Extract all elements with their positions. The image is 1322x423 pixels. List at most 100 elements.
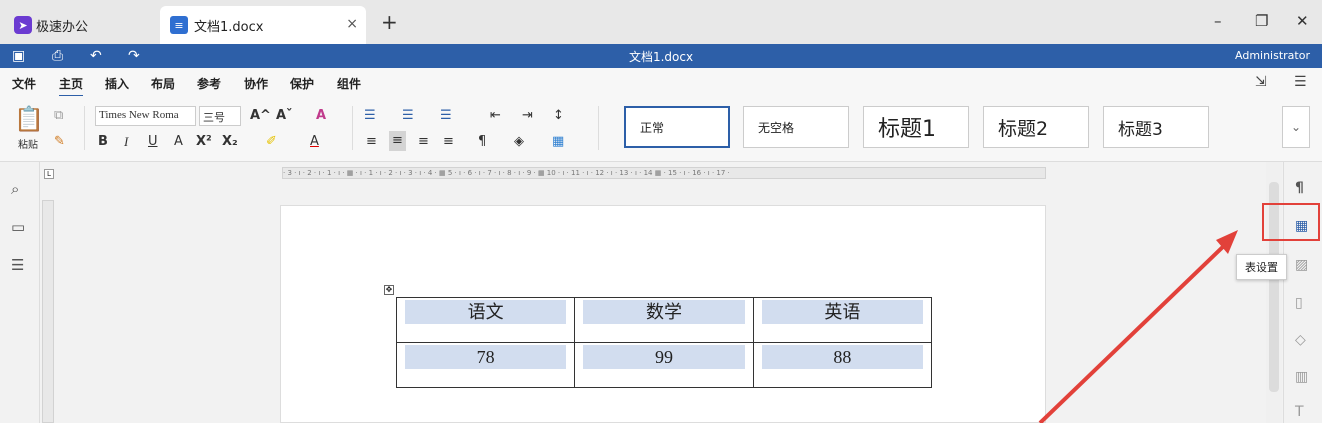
- align-center-icon[interactable]: ≡: [389, 131, 406, 151]
- hamburger-menu-icon[interactable]: ☰: [1294, 74, 1307, 90]
- style-heading-2[interactable]: 标题2: [983, 106, 1089, 148]
- chart-icon[interactable]: ▥: [1295, 369, 1308, 385]
- bullet-list-icon[interactable]: ☰: [364, 108, 376, 124]
- search-icon[interactable]: ⌕: [11, 180, 19, 198]
- table-move-handle-icon[interactable]: ✥: [384, 285, 394, 295]
- menu-layout[interactable]: 布局: [151, 75, 175, 92]
- tab-document[interactable]: ≡ 文档1.docx ×: [160, 6, 366, 44]
- header-footer-icon[interactable]: ▯: [1295, 295, 1303, 311]
- tab-stop-selector[interactable]: L: [44, 169, 54, 179]
- tab-document-label: 文档1.docx: [194, 19, 264, 35]
- home-toolbar: 📋 粘贴 ⧉ ✎ Times New Roma 三号 A^ Aˇ A B I U…: [0, 96, 1322, 162]
- format-painter-icon[interactable]: ✎: [54, 134, 65, 150]
- outline-icon[interactable]: ☰: [11, 256, 24, 274]
- copy-icon[interactable]: ⧉: [54, 108, 63, 124]
- style-heading-1[interactable]: 标题1: [863, 106, 969, 148]
- redo-icon[interactable]: ↷: [128, 47, 140, 65]
- menu-bar: 文件 主页 插入 布局 参考 协作 保护 组件 ⇲ ☰: [0, 68, 1322, 97]
- shading-icon[interactable]: ◈: [514, 134, 524, 150]
- decrease-indent-icon[interactable]: ⇤: [490, 108, 501, 124]
- divider: [352, 106, 353, 150]
- divider: [84, 106, 85, 150]
- borders-icon[interactable]: ▦: [552, 134, 564, 150]
- tab-app-home[interactable]: ➤ 极速办公: [4, 6, 154, 44]
- numbered-list-icon[interactable]: ☰: [402, 108, 414, 124]
- strikethrough-button[interactable]: A: [174, 134, 183, 150]
- image-icon[interactable]: ▨: [1295, 257, 1308, 273]
- comment-icon[interactable]: ▭: [11, 218, 25, 236]
- line-spacing-icon[interactable]: ↕: [553, 108, 564, 124]
- shape-icon[interactable]: ◇: [1295, 332, 1306, 348]
- tab-close-icon[interactable]: ×: [346, 16, 358, 32]
- restore-button[interactable]: ❐: [1255, 12, 1268, 30]
- shrink-font-button[interactable]: Aˇ: [276, 108, 293, 124]
- title-bar: 文档1.docx ▣ ⎙ ↶ ↷ Administrator: [0, 44, 1322, 68]
- cell-text: 英语: [761, 300, 923, 324]
- table-cell[interactable]: 语文: [395, 297, 576, 343]
- cell-text: 78: [405, 345, 567, 369]
- paragraph-icon[interactable]: ¶: [1295, 180, 1304, 196]
- tooltip: 表设置: [1236, 254, 1287, 280]
- paste-icon[interactable]: 📋: [14, 106, 44, 132]
- subscript-button[interactable]: X₂: [222, 134, 238, 150]
- vertical-ruler[interactable]: [42, 200, 54, 423]
- vertical-scrollbar[interactable]: [1266, 162, 1282, 423]
- table-row: 78 99 88: [395, 342, 933, 388]
- app-logo-icon: ➤: [14, 16, 32, 34]
- menu-home[interactable]: 主页: [59, 75, 84, 97]
- divider: [598, 106, 599, 150]
- table-cell[interactable]: 88: [752, 342, 933, 388]
- document-table[interactable]: 语文 数学 英语 78 99 88: [395, 297, 933, 388]
- undo-icon[interactable]: ↶: [90, 47, 102, 65]
- menu-collaborate[interactable]: 协作: [244, 75, 268, 92]
- menu-protect[interactable]: 保护: [290, 75, 314, 92]
- bold-button[interactable]: B: [98, 134, 108, 150]
- table-cell[interactable]: 78: [395, 342, 576, 388]
- save-icon[interactable]: ▣: [12, 47, 25, 65]
- print-icon[interactable]: ⎙: [52, 47, 63, 65]
- new-tab-button[interactable]: +: [381, 12, 398, 32]
- horizontal-ruler[interactable]: · 3 · ı · 2 · ı · 1 · ı · ▦ · ı · 1 · ı …: [282, 167, 1046, 179]
- align-left-icon[interactable]: ≡: [366, 134, 377, 150]
- styles-more-chevron-icon[interactable]: ⌄: [1282, 106, 1310, 148]
- table-cell[interactable]: 99: [574, 342, 754, 388]
- table-cell[interactable]: 数学: [574, 297, 754, 343]
- font-color-icon[interactable]: A: [310, 134, 319, 150]
- align-right-icon[interactable]: ≡: [418, 134, 429, 150]
- tab-app-label: 极速办公: [36, 19, 89, 35]
- table-cell[interactable]: 英语: [752, 297, 933, 343]
- style-no-spacing[interactable]: 无空格: [743, 106, 849, 148]
- italic-button[interactable]: I: [124, 134, 128, 150]
- multilevel-list-icon[interactable]: ☰: [440, 108, 452, 124]
- font-size-select[interactable]: 三号: [199, 106, 241, 126]
- user-name[interactable]: Administrator: [1235, 49, 1310, 62]
- increase-indent-icon[interactable]: ⇥: [522, 108, 533, 124]
- highlight-box: [1262, 203, 1320, 241]
- open-location-icon[interactable]: ⇲: [1255, 74, 1267, 90]
- text-art-icon[interactable]: T: [1295, 404, 1304, 420]
- grow-font-button[interactable]: A^: [250, 108, 271, 124]
- table-row: 语文 数学 英语: [395, 297, 933, 343]
- highlight-color-icon[interactable]: ✐: [266, 134, 277, 150]
- style-normal[interactable]: 正常: [624, 106, 730, 148]
- justify-icon[interactable]: ≡: [443, 134, 454, 150]
- menu-insert[interactable]: 插入: [105, 75, 129, 92]
- cell-text: 数学: [583, 300, 745, 324]
- style-heading-3[interactable]: 标题3: [1103, 106, 1209, 148]
- cell-text: 语文: [405, 300, 567, 324]
- superscript-button[interactable]: X²: [196, 134, 212, 150]
- underline-button[interactable]: U: [148, 134, 158, 150]
- close-window-button[interactable]: ✕: [1296, 12, 1309, 30]
- document-icon: ≡: [170, 16, 188, 34]
- cell-text: 99: [583, 345, 745, 369]
- paste-label[interactable]: 粘贴: [18, 138, 38, 154]
- clear-format-button[interactable]: A: [316, 108, 326, 124]
- menu-plugins[interactable]: 组件: [337, 75, 361, 92]
- minimize-button[interactable]: –: [1214, 12, 1222, 30]
- document-title: 文档1.docx: [628, 50, 694, 64]
- font-name-select[interactable]: Times New Roma: [95, 106, 196, 126]
- annotation-arrow: [1038, 230, 1238, 423]
- menu-references[interactable]: 参考: [197, 75, 221, 92]
- menu-file[interactable]: 文件: [12, 75, 36, 92]
- show-marks-icon[interactable]: ¶: [478, 134, 486, 150]
